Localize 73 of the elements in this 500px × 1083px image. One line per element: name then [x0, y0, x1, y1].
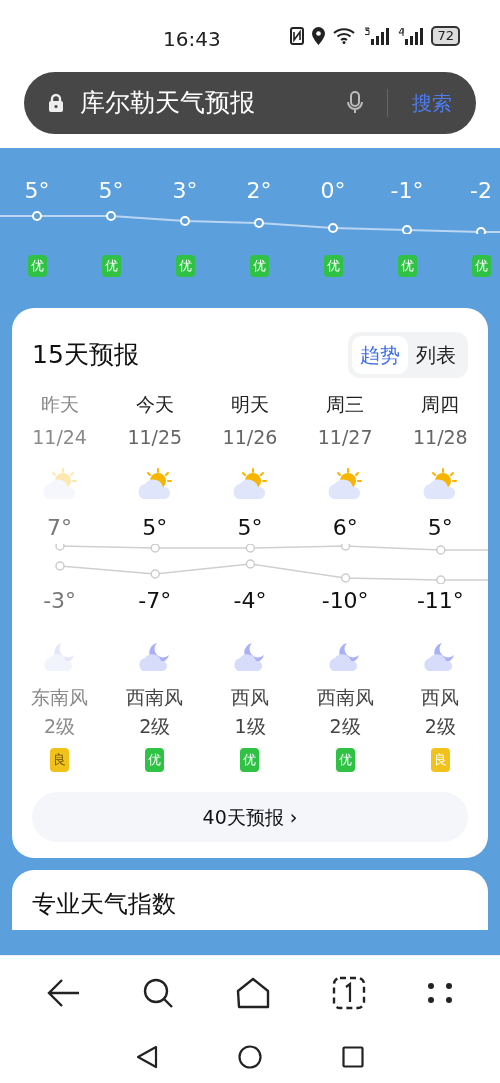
day-name: 明天: [230, 392, 269, 417]
day-name: 昨天: [40, 392, 79, 417]
wind-level: 2级: [329, 713, 361, 739]
hourly-temperature: 5°: [24, 177, 50, 204]
location-icon: [312, 27, 326, 45]
wind-level: 2级: [424, 713, 456, 739]
system-back-icon[interactable]: [136, 1044, 158, 1069]
low-temperature: -10°: [321, 587, 369, 615]
wind-level: 1级: [234, 713, 266, 739]
signal-icon: [397, 27, 424, 45]
air-quality-badge: 良: [430, 748, 450, 772]
wind-direction: 西南风: [126, 685, 184, 710]
signal-icon: [363, 27, 390, 45]
search-query: 库尔勒天气预报: [80, 87, 255, 120]
hourly-temperature: 0°: [320, 177, 346, 204]
recent-apps-icon[interactable]: [342, 1045, 364, 1068]
low-temperature: -3°: [43, 587, 77, 615]
tabs-icon[interactable]: [331, 976, 366, 1010]
day-date: 11/25: [127, 424, 183, 450]
hourly-temperature: 3°: [172, 177, 198, 204]
nfc-icon: [290, 27, 305, 45]
air-quality-badge: 优: [471, 255, 491, 277]
microphone-icon[interactable]: [347, 91, 363, 115]
card-title: 15天预报: [32, 339, 139, 372]
high-temperature: 5°: [237, 514, 263, 542]
air-quality-badge: 良: [50, 748, 70, 772]
day-name: 今天: [135, 392, 174, 417]
day-date: 11/26: [222, 424, 278, 450]
high-temperature: 5°: [427, 514, 453, 542]
air-quality-badge: 优: [101, 255, 121, 277]
air-quality-badge: 优: [335, 748, 355, 772]
air-quality-badge: 优: [240, 748, 260, 772]
air-quality-badge: 优: [397, 255, 417, 277]
clock: 16:43: [163, 26, 221, 53]
back-icon[interactable]: [46, 978, 81, 1008]
view-tab[interactable]: 趋势: [352, 336, 408, 374]
low-temperature: -7°: [138, 587, 172, 615]
wind-direction: 东南风: [31, 685, 89, 710]
forecast-40-day-button[interactable]: 40天预报 ›: [32, 792, 468, 842]
high-temperature: 5°: [142, 514, 168, 542]
day-date: 11/27: [317, 424, 373, 450]
low-temperature: -4°: [233, 587, 267, 615]
high-temperature: 6°: [332, 514, 358, 542]
system-home-icon[interactable]: [238, 1044, 262, 1069]
hourly-temperature: 2°: [246, 177, 272, 204]
search-icon[interactable]: [142, 977, 175, 1009]
day-name: 周三: [326, 392, 365, 417]
air-quality-badge: 优: [323, 255, 343, 277]
hourly-temperature: -2: [470, 177, 492, 204]
home-icon[interactable]: [236, 977, 270, 1009]
wind-level: 2级: [139, 713, 171, 739]
air-quality-badge: 优: [27, 255, 47, 277]
hourly-temperature: 5°: [98, 177, 124, 204]
wind-direction: 西南风: [316, 685, 374, 710]
wind-level: 2级: [44, 713, 76, 739]
wind-direction: 西风: [421, 685, 460, 710]
high-temperature: 7°: [47, 514, 73, 542]
view-tab[interactable]: 列表: [408, 336, 464, 374]
card-title: 专业天气指数: [32, 890, 176, 918]
low-temperature: -11°: [416, 587, 464, 615]
day-name: 周四: [421, 392, 460, 417]
day-date: 11/28: [412, 424, 468, 450]
air-quality-badge: 优: [145, 748, 165, 772]
wind-direction: 西风: [230, 685, 269, 710]
wifi-icon: [333, 28, 356, 44]
day-date: 11/24: [32, 424, 87, 450]
lock-icon: [48, 93, 64, 113]
air-quality-badge: 优: [175, 255, 195, 277]
menu-icon[interactable]: [427, 982, 454, 1004]
battery-indicator: 72: [431, 26, 460, 46]
air-quality-badge: 优: [249, 255, 269, 277]
search-field[interactable]: 库尔勒天气预报 搜索: [24, 72, 476, 134]
hourly-temperature: -1°: [390, 177, 424, 204]
